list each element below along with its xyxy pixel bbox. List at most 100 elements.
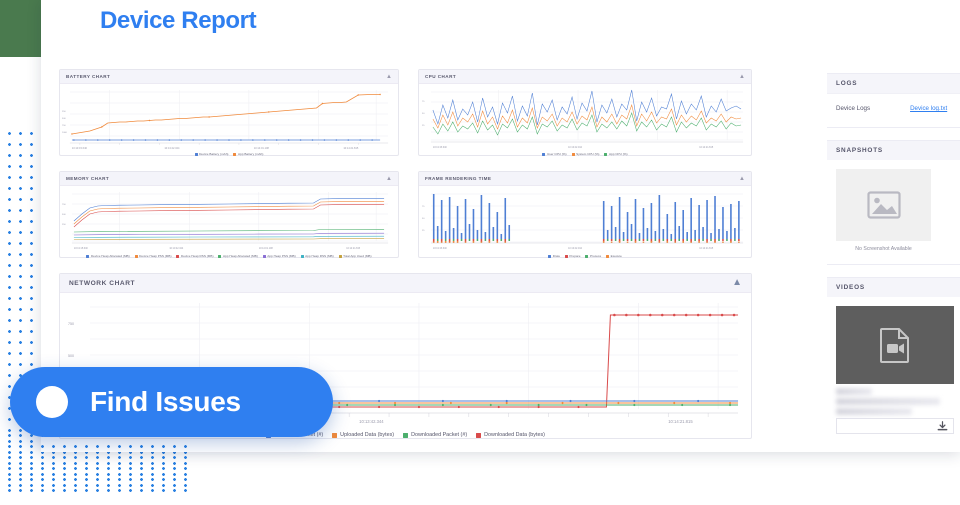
image-placeholder-icon [866, 191, 901, 219]
svg-text:500: 500 [68, 354, 74, 358]
legend-item: App Battery (mAh) [233, 151, 264, 156]
legend-item: Downloaded Packet (#) [403, 432, 467, 438]
chevron-up-icon[interactable]: ▲ [732, 278, 742, 288]
screenshot-root: Device Report BATTERY CHART ▲ 10:13:15.6… [0, 0, 960, 505]
video-action-bar [836, 418, 954, 434]
chevron-up-icon[interactable]: ▲ [739, 176, 745, 182]
legend-item: Process [585, 253, 602, 258]
video-thumbnail[interactable] [836, 306, 954, 384]
device-log-link[interactable]: Device log.txt [910, 105, 947, 112]
legend-label: Process [589, 253, 602, 258]
legend-label: App Heap Allocated (MB) [222, 253, 258, 258]
network-xtick-1: 10:14:21.815 [668, 419, 693, 424]
legend-label: Device Heap PSS (MB) [139, 253, 172, 258]
legend-label: Device Heap Allocated (MB) [90, 253, 130, 258]
legend-item: App Heap Allocated (MB) [218, 253, 258, 258]
svg-text:10:13:15.640: 10:13:15.640 [433, 146, 448, 149]
video-meta-line [836, 388, 872, 395]
panel-memory-title: MEMORY CHART [66, 176, 110, 181]
legend-item: App Heap RSS (MB) [300, 253, 334, 258]
video-thumb-wrap[interactable] [827, 297, 960, 443]
svg-text:250: 250 [62, 111, 66, 113]
rail-panel-logs: LOGS Device Logs Device log.txt [827, 73, 960, 128]
panel-frame-header[interactable]: FRAME RENDERING TIME ▲ [419, 172, 751, 186]
battery-chart-plot: 10:13:15.640 10:13:42.344 10:14:01.108 1… [62, 90, 389, 150]
legend-label: System CPU (%) [576, 151, 600, 156]
logs-row: Device Logs Device log.txt [827, 93, 960, 123]
snapshot-thumb-wrap[interactable]: No Screenshot Available [827, 160, 960, 265]
panel-memory-header[interactable]: MEMORY CHART ▲ [60, 172, 398, 186]
legend-label: App CPU (%) [608, 151, 628, 156]
legend-label: App Heap PSS (MB) [267, 253, 296, 258]
legend-item: Device Battery (mAh) [194, 152, 228, 156]
battery-xtick-0: 10:13:15.640 [72, 146, 88, 150]
panel-battery-body: 10:13:15.640 10:13:42.344 10:14:01.108 1… [60, 84, 398, 157]
legend-item: User CPU (%) [542, 152, 567, 156]
memory-chart-legend: Device Heap Allocated (MB) Device Heap P… [60, 253, 398, 258]
cpu-chart-plot: 10:13:15.640 10:13:42.344 10:14:21.815 7… [422, 89, 744, 149]
cpu-chart-legend: User CPU (%) System CPU (%) App CPU (%) [419, 151, 751, 156]
legend-label: Downloaded Data (bytes) [484, 431, 545, 438]
svg-text:750: 750 [62, 204, 66, 206]
svg-text:50: 50 [422, 113, 425, 115]
panel-battery-title: BATTERY CHART [66, 74, 111, 79]
panel-cpu-body: 10:13:15.640 10:13:42.344 10:14:21.815 7… [419, 84, 751, 157]
rail-panel-videos: VIDEOS [827, 277, 960, 452]
videos-title: VIDEOS [827, 278, 960, 297]
panel-network-title: NETWORK CHART [69, 279, 136, 287]
legend-item: System CPU (%) [571, 151, 600, 156]
panel-memory-body: 10:13:15.640 10:13:42.344 10:14:01.108 10:… [60, 186, 398, 259]
panel-network-header[interactable]: NETWORK CHART ▲ [60, 274, 751, 293]
legend-item: Uploaded Data (bytes) [332, 432, 394, 438]
svg-text:10:13:42.344: 10:13:42.344 [568, 146, 583, 149]
legend-label: Execute [610, 253, 622, 258]
battery-xtick-3: 10:14:21.815 [343, 146, 359, 150]
legend-label: Prepare [569, 253, 581, 258]
legend-item: Total App Used (MB) [338, 253, 372, 258]
video-metadata [836, 384, 954, 415]
panel-cpu-header[interactable]: CPU CHART ▲ [419, 70, 751, 84]
svg-text:250: 250 [62, 224, 66, 226]
chevron-up-icon[interactable]: ▲ [386, 74, 392, 80]
rail-panel-snapshots: SNAPSHOTS No Screenshot Available [827, 140, 960, 265]
svg-text:750: 750 [62, 125, 66, 127]
svg-text:50: 50 [422, 218, 425, 220]
find-issues-indicator-dot [36, 386, 68, 418]
panel-frame-body: 10:13:15.640 10:13:42.344 10:14:21.815 75… [419, 186, 751, 259]
svg-text:75: 75 [422, 206, 425, 208]
panel-battery-chart: BATTERY CHART ▲ 10:13:15.640 10:13:42.34… [59, 69, 399, 156]
snapshot-thumbnail[interactable] [836, 169, 931, 241]
decorative-dot-grid-lower [4, 430, 190, 492]
legend-label: Total App Used (MB) [343, 253, 372, 258]
find-issues-button[interactable]: Find Issues [10, 367, 333, 437]
legend-label: Draw [552, 253, 560, 258]
svg-text:10:13:42.344: 10:13:42.344 [568, 247, 583, 250]
frame-chart-legend: Draw Prepare Process Execute [419, 253, 751, 258]
panel-battery-header[interactable]: BATTERY CHART ▲ [60, 70, 398, 84]
video-meta-line [836, 398, 940, 405]
legend-label: App Heap RSS (MB) [305, 253, 334, 258]
svg-text:10:14:21.815: 10:14:21.815 [346, 247, 361, 250]
chevron-up-icon[interactable]: ▲ [739, 74, 745, 80]
download-icon[interactable] [937, 420, 948, 432]
svg-text:10:14:21.815: 10:14:21.815 [699, 247, 714, 250]
legend-item: Prepare [564, 253, 581, 258]
legend-item: App Heap PSS (MB) [262, 253, 296, 258]
svg-text:750: 750 [68, 322, 74, 326]
svg-text:25: 25 [422, 230, 425, 232]
frame-bars [432, 194, 740, 243]
legend-item: Device Heap Allocated (MB) [86, 253, 130, 258]
logs-title: LOGS [827, 74, 960, 93]
legend-label: App Battery (mAh) [237, 151, 264, 156]
legend-item: Draw [548, 253, 560, 258]
panel-cpu-chart: CPU CHART ▲ 10:13:15.640 10:13:42.344 10… [418, 69, 752, 156]
snapshots-title: SNAPSHOTS [827, 141, 960, 160]
legend-item: Device Heap RSS (MB) [176, 254, 213, 258]
chevron-up-icon[interactable]: ▲ [386, 176, 392, 182]
decorative-corner-block [0, 0, 41, 57]
video-meta-line [836, 408, 912, 415]
svg-text:75: 75 [422, 101, 425, 103]
battery-chart-legend: Device Battery (mAh) App Battery (mAh) [60, 151, 398, 156]
legend-item: Device Heap PSS (MB) [134, 253, 172, 258]
legend-item: Execute [606, 253, 622, 258]
